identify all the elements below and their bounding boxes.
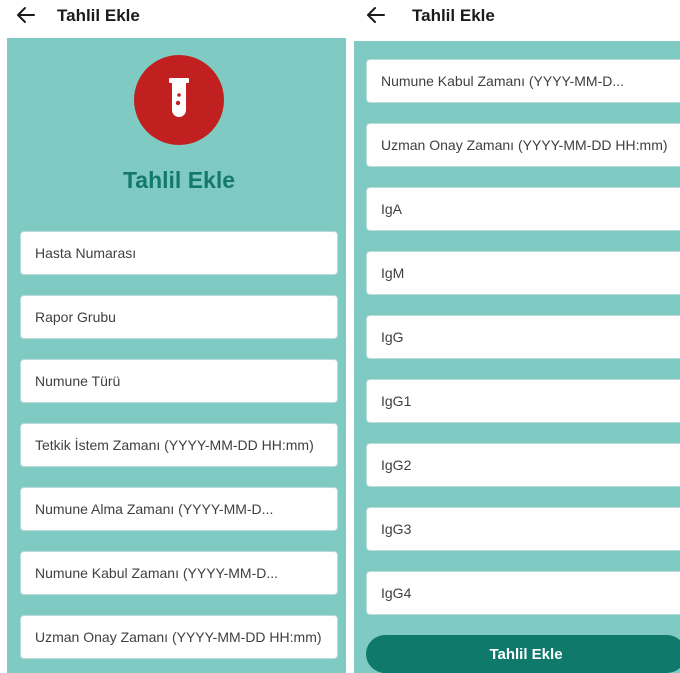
- igm-field[interactable]: IgM: [366, 251, 680, 295]
- rapor-grubu-field[interactable]: Rapor Grubu: [20, 295, 338, 339]
- test-tube-icon: [134, 55, 224, 145]
- screen-right: Tahlil Ekle Numune Kabul Zamanı (YYYY-MM…: [354, 0, 680, 673]
- app-bar: Tahlil Ekle: [354, 0, 680, 36]
- submit-button[interactable]: Tahlil Ekle: [366, 635, 680, 673]
- iga-field[interactable]: IgA: [366, 187, 680, 231]
- app-bar-title: Tahlil Ekle: [57, 6, 140, 25]
- hasta-numarasi-field[interactable]: Hasta Numarası: [20, 231, 338, 275]
- arrow-left-icon[interactable]: [14, 3, 38, 27]
- app-bar: Tahlil Ekle: [0, 0, 346, 36]
- igg2-field[interactable]: IgG2: [366, 443, 680, 487]
- igg1-field[interactable]: IgG1: [366, 379, 680, 423]
- uzman-onay-zamani-field[interactable]: Uzman Onay Zamanı (YYYY-MM-DD HH:mm): [366, 123, 680, 167]
- igg3-field[interactable]: IgG3: [366, 507, 680, 551]
- page-title: Tahlil Ekle: [122, 167, 236, 193]
- uzman-onay-zamani-field[interactable]: Uzman Onay Zamanı (YYYY-MM-DD HH:mm): [20, 615, 338, 659]
- app-bar-title: Tahlil Ekle: [412, 6, 495, 25]
- igg4-field[interactable]: IgG4: [366, 571, 680, 615]
- igg-field[interactable]: IgG: [366, 315, 680, 359]
- numune-kabul-zamani-field[interactable]: Numune Kabul Zamanı (YYYY-MM-D...: [20, 551, 338, 595]
- numune-turu-field[interactable]: Numune Türü: [20, 359, 338, 403]
- arrow-left-icon[interactable]: [364, 3, 388, 27]
- numune-alma-zamani-field[interactable]: Numune Alma Zamanı (YYYY-MM-D...: [20, 487, 338, 531]
- screen-left: Tahlil Ekle Tahlil Ekle Hasta Numarası R…: [0, 0, 346, 673]
- numune-kabul-zamani-field[interactable]: Numune Kabul Zamanı (YYYY-MM-D...: [366, 59, 680, 103]
- tetkik-istem-zamani-field[interactable]: Tetkik İstem Zamanı (YYYY-MM-DD HH:mm): [20, 423, 338, 467]
